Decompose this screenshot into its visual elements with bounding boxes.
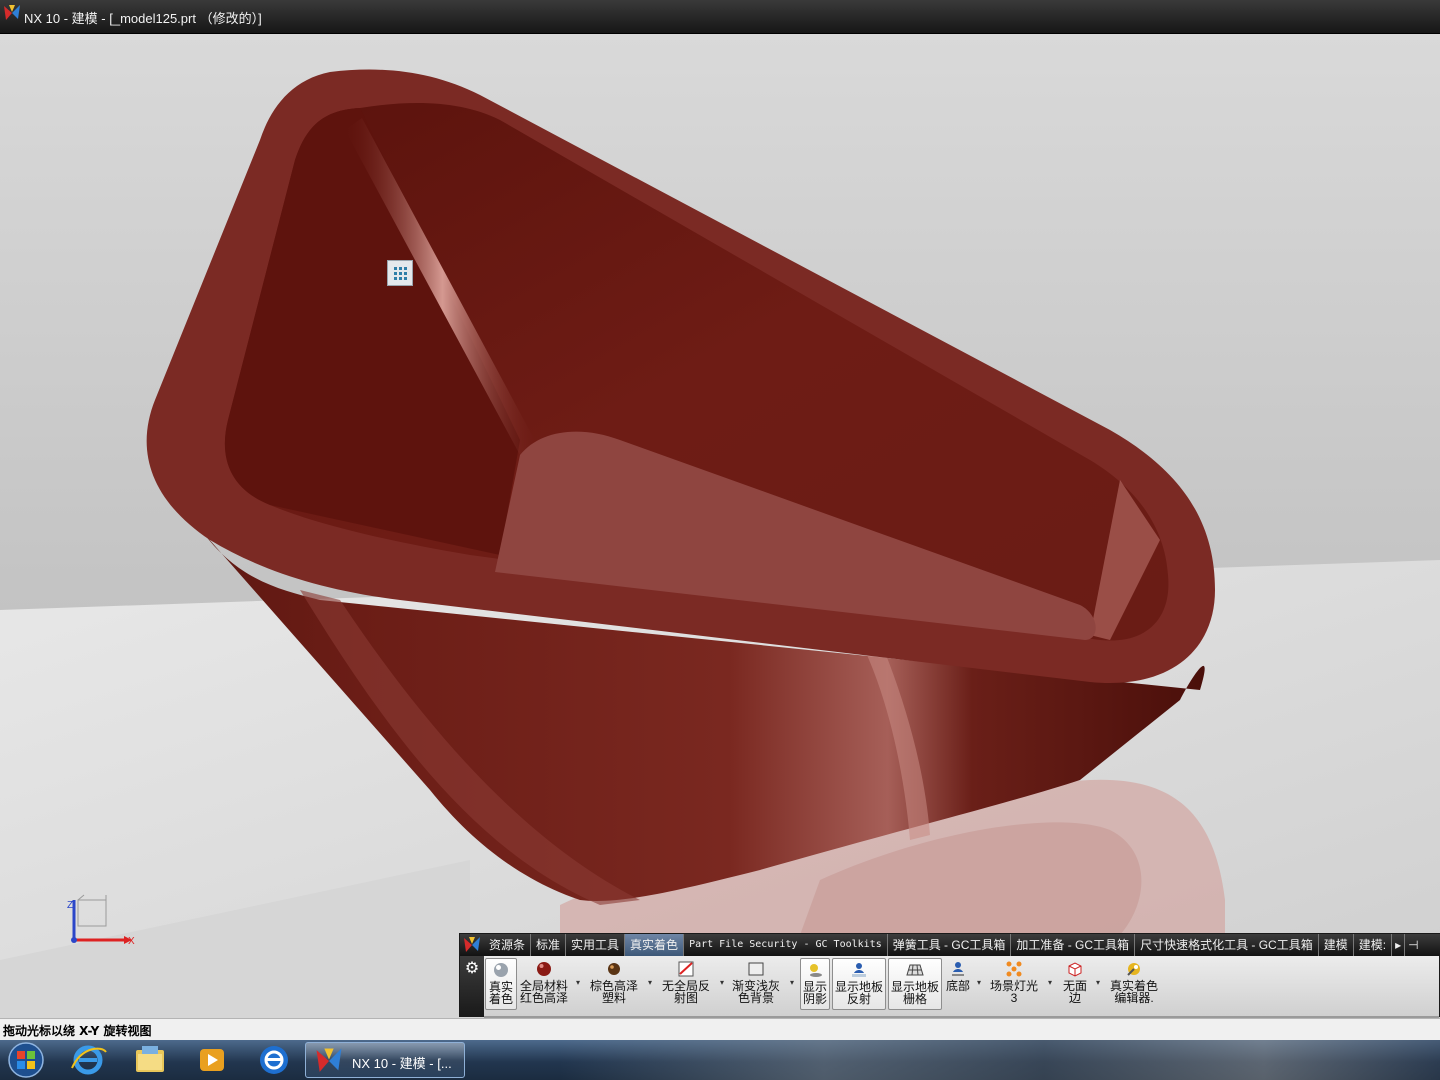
window-title: NX 10 - 建模 - [_model125.prt （修改的）]	[24, 11, 262, 26]
media-player-icon[interactable]	[186, 1042, 238, 1078]
shadow-icon	[810, 964, 822, 977]
ribbon-group: ⚙ 真实 着色 全局材料 红色高泽 ▾ 棕色高泽 塑料 ▾ 无全局反 射图 ▾ …	[460, 956, 1439, 1018]
z-axis-label: Z	[67, 900, 73, 911]
floor-bottom-icon	[952, 962, 964, 976]
taskbar-nx-label: NX 10 - 建模 - [...	[352, 1056, 452, 1071]
scene-light-icon	[1006, 961, 1022, 977]
red-material-icon	[537, 962, 551, 976]
face-edge-icon	[1068, 962, 1082, 977]
show-shadow-button[interactable]: 显示 阴影	[800, 958, 830, 1010]
status-bar: 拖动光标以绕 X-Y 旋转视图	[0, 1018, 1440, 1040]
tab-machining-prep[interactable]: 加工准备 - GC工具箱	[1011, 934, 1136, 956]
scene-light-button[interactable]: 场景灯光 3	[988, 958, 1040, 1010]
show-floor-grid-button[interactable]: 显示地板 栅格	[888, 958, 942, 1010]
tab-modeling-2[interactable]: 建模:	[1354, 934, 1393, 956]
chevron-down-icon[interactable]: ▾	[648, 978, 652, 987]
view-triad-grip[interactable]	[387, 260, 413, 286]
global-material-button[interactable]: 全局材料 红色高泽	[518, 958, 570, 1010]
windows-taskbar: NX 10 - 建模 - [...	[0, 1040, 1440, 1080]
chevron-down-icon[interactable]: ▾	[790, 978, 794, 987]
ribbon-toolbar: 资源条 标准 实用工具 真实着色 Part File Security - GC…	[459, 933, 1440, 1018]
grid-icon	[394, 267, 407, 280]
internet-explorer-icon[interactable]	[62, 1042, 114, 1078]
ie-pinned-icon[interactable]	[248, 1042, 300, 1078]
reflection-icon	[678, 961, 694, 977]
ribbon-options[interactable]: ⚙	[460, 956, 484, 1016]
taskbar-nx-window[interactable]: NX 10 - 建模 - [...	[305, 1042, 465, 1078]
status-message: 拖动光标以绕 X-Y 旋转视图	[3, 1024, 152, 1038]
true-shading-button[interactable]: 真实 着色	[485, 958, 517, 1010]
tab-part-file-security[interactable]: Part File Security - GC Toolkits	[684, 934, 888, 956]
scene-canvas[interactable]	[0, 34, 1440, 1018]
tab-dimension-format[interactable]: 尺寸快速格式化工具 - GC工具箱	[1135, 934, 1319, 956]
floor-reflection-icon	[852, 963, 866, 977]
ribbon-pin-icon[interactable]: ⊣	[1404, 934, 1421, 956]
nx-app-icon	[316, 1048, 342, 1072]
title-bar[interactable]: NX 10 - 建模 - [_model125.prt （修改的）]	[0, 0, 1440, 34]
chevron-down-icon[interactable]: ▾	[1048, 978, 1052, 987]
tab-utilities[interactable]: 实用工具	[566, 934, 626, 956]
tab-standard[interactable]: 标准	[531, 934, 567, 956]
tab-resource-bar[interactable]: 资源条	[484, 934, 532, 956]
floor-bottom-button[interactable]: 底部	[944, 958, 972, 1010]
taskbar-background	[560, 1040, 1440, 1080]
tab-true-shading[interactable]: 真实着色	[625, 934, 685, 956]
chevron-down-icon[interactable]: ▾	[576, 978, 580, 987]
no-reflection-map-button[interactable]: 无全局反 射图	[658, 958, 714, 1010]
start-button-icon[interactable]	[6, 1041, 46, 1079]
x-axis-label: X	[128, 936, 135, 947]
ribbon-tab-strip: 资源条 标准 实用工具 真实着色 Part File Security - GC…	[460, 934, 1440, 956]
gear-icon[interactable]: ⚙	[463, 959, 481, 977]
chevron-down-icon[interactable]: ▾	[977, 978, 981, 987]
sphere-icon	[494, 963, 508, 977]
brown-plastic-button[interactable]: 棕色高泽 塑料	[586, 958, 642, 1010]
tab-spring-tools[interactable]: 弹簧工具 - GC工具箱	[888, 934, 1012, 956]
brown-material-icon	[608, 963, 620, 975]
nx-menu-logo-icon[interactable]	[460, 934, 484, 956]
floor-grid-icon	[906, 964, 924, 976]
nx-logo-icon	[4, 5, 20, 20]
show-floor-reflection-button[interactable]: 显示地板 反射	[832, 958, 886, 1010]
chevron-down-icon[interactable]: ▾	[720, 978, 724, 987]
background-icon	[748, 962, 764, 976]
no-face-edges-button[interactable]: 无面 边	[1058, 958, 1092, 1010]
tab-scroll-right-icon[interactable]: ▸	[1392, 934, 1404, 956]
gradient-background-button[interactable]: 渐变浅灰 色背景	[728, 958, 784, 1010]
chevron-down-icon[interactable]: ▾	[1096, 978, 1100, 987]
tab-modeling[interactable]: 建模	[1319, 934, 1354, 956]
graphics-viewport[interactable]: X Z	[0, 34, 1440, 1018]
wcs-triad: X Z	[67, 894, 135, 947]
file-explorer-icon[interactable]	[124, 1042, 176, 1078]
true-shading-editor-button[interactable]: 真实着色 编辑器.	[1106, 958, 1162, 1010]
triad-cube	[77, 899, 107, 927]
shading-editor-icon	[1127, 963, 1140, 976]
